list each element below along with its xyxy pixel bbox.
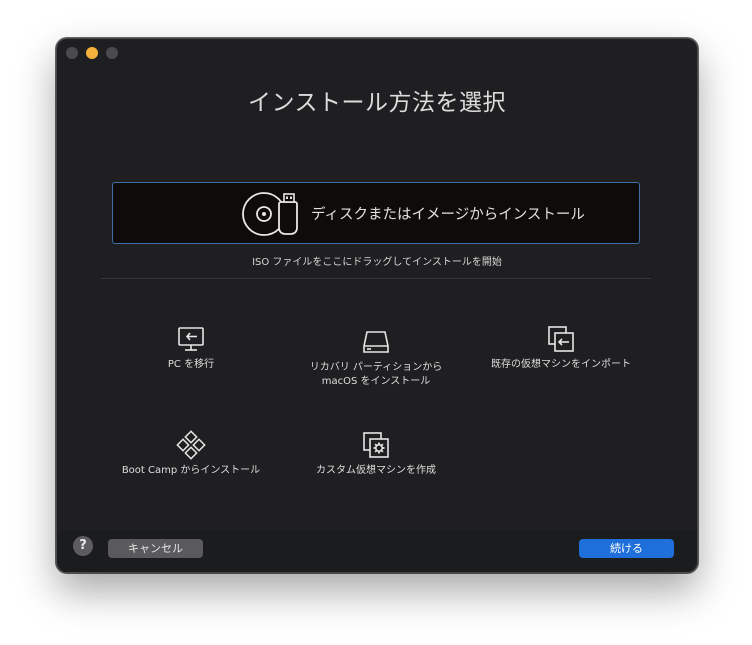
- install-from-disc-or-image-option[interactable]: ディスクまたはイメージからインストール: [112, 182, 640, 244]
- import-vm-icon: [548, 326, 574, 352]
- drive-icon: [363, 331, 389, 353]
- install-from-disc-label: ディスクまたはイメージからインストール: [311, 207, 585, 223]
- minimize-window-button[interactable]: [86, 47, 98, 59]
- install-macos-from-recovery-label: リカバリ パーティションから macOS をインストール: [309, 362, 443, 387]
- install-from-bootcamp-label: Boot Camp からインストール: [121, 465, 261, 476]
- continue-button[interactable]: 続ける: [579, 539, 674, 558]
- drop-iso-hint: ISO ファイルをここにドラッグしてインストールを開始: [252, 257, 502, 268]
- bootcamp-icon: [176, 430, 206, 460]
- page-title: インストール方法を選択: [247, 90, 507, 116]
- migrate-pc-icon: [178, 327, 204, 351]
- install-from-bootcamp-option[interactable]: Boot Camp からインストール: [106, 430, 276, 478]
- window-controls: [66, 47, 118, 59]
- disc-usb-icon: [242, 192, 298, 236]
- help-button[interactable]: ?: [73, 536, 93, 556]
- section-divider: [101, 278, 651, 279]
- custom-vm-icon: [363, 432, 389, 458]
- import-existing-vm-option[interactable]: 既存の仮想マシンをインポート: [476, 324, 646, 372]
- migrate-pc-label: PC を移行: [167, 359, 215, 370]
- close-window-button[interactable]: [66, 47, 78, 59]
- import-existing-vm-label: 既存の仮想マシンをインポート: [491, 359, 631, 370]
- create-custom-vm-label: カスタム仮想マシンを作成: [316, 465, 436, 476]
- create-custom-vm-option[interactable]: カスタム仮想マシンを作成: [291, 430, 461, 478]
- install-macos-from-recovery-option[interactable]: リカバリ パーティションから macOS をインストール: [291, 327, 461, 389]
- zoom-window-button[interactable]: [106, 47, 118, 59]
- installer-window: インストール方法を選択 ディスクまたはイメージからインストール ISO ファイル…: [56, 38, 698, 573]
- cancel-button[interactable]: キャンセル: [108, 539, 203, 558]
- migrate-pc-option[interactable]: PC を移行: [106, 324, 276, 372]
